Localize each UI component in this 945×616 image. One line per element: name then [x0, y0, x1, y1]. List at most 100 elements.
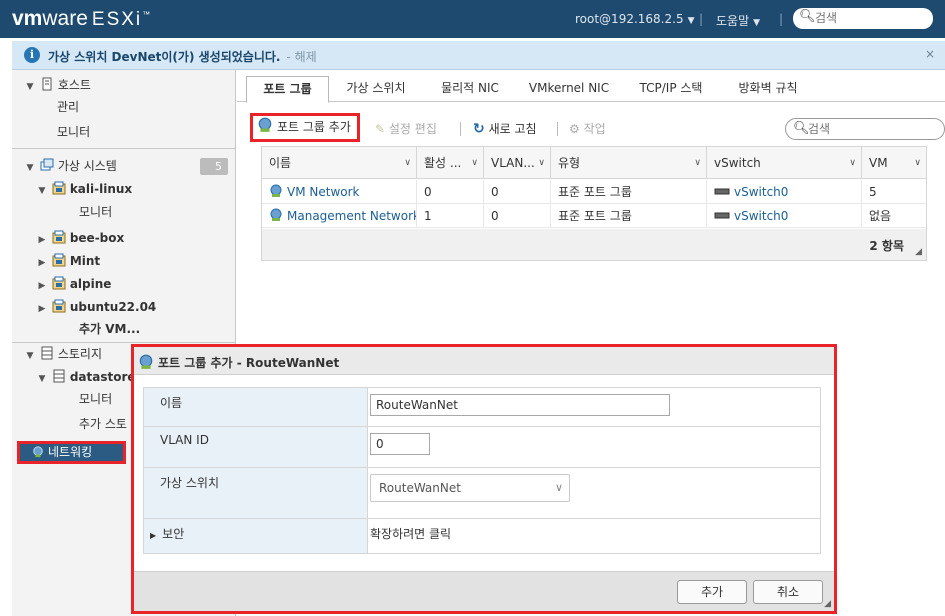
nav-more-vms[interactable]: 추가 VM... — [79, 319, 140, 339]
tab-virtual-switches[interactable]: 가상 스위치 — [333, 76, 419, 102]
security-expand-hint[interactable]: 확장하려면 클릭 — [370, 525, 451, 542]
grid-footer: 2 항목 ◢ — [262, 229, 926, 260]
dialog-form: 이름 VLAN ID 가상 스위치 RouteWanNet ∨ ▶보안 확장하려… — [143, 387, 821, 554]
grid-header: 이름 ∨ 활성 ... ∨ VLAN... ∨ 유형 ∨ vSwitch ∨ VM ∨ — [262, 147, 926, 179]
cell-active: 0 — [417, 180, 484, 204]
chevron-down-icon: ∨ — [554, 481, 563, 494]
nav-more-storage[interactable]: 추가 스토 — [79, 414, 127, 434]
expand-arrow-icon[interactable]: ▶ — [36, 299, 48, 319]
grid-search-input[interactable] — [808, 122, 938, 136]
table-row[interactable]: VM Network 0 0 표준 포트 그룹 vSwitch0 5 — [262, 180, 926, 204]
toolbar: 포트 그룹 추가 ✎ 설정 편집 ↻ 새로 고침 ⚙ 작업 🔍︎ — [250, 113, 945, 142]
vlan-id-input[interactable] — [370, 433, 430, 455]
chevron-down-icon: ∨ — [404, 158, 411, 168]
global-search[interactable]: 🔍︎ — [793, 8, 933, 29]
column-header-name[interactable]: 이름 ∨ — [262, 147, 417, 179]
nav-host-manage[interactable]: 관리 — [57, 97, 79, 117]
expand-arrow-icon[interactable]: ▼ — [24, 158, 36, 178]
tab-port-groups[interactable]: 포트 그룹 — [246, 76, 329, 103]
top-header: vmware ESXi™ root@192.168.2.5 ▼ | 도움말 ▼ | 🔍… — [0, 0, 945, 38]
storage-icon — [41, 346, 53, 360]
actions-button[interactable]: ⚙ 작업 — [569, 116, 606, 142]
nav-vm-kali-linux[interactable]: ▼ kali-linux — [36, 179, 132, 199]
expand-arrow-icon[interactable]: ▶ — [36, 253, 48, 273]
nav-datastore[interactable]: ▼ datastore — [36, 367, 136, 387]
column-header-type[interactable]: 유형 ∨ — [551, 147, 707, 179]
tab-vmkernel-nics[interactable]: VMkernel NIC — [520, 76, 618, 102]
chevron-down-icon: ▼ — [687, 16, 695, 26]
chevron-down-icon: ∨ — [914, 158, 921, 168]
expand-arrow-icon[interactable]: ▼ — [36, 369, 48, 389]
column-header-vm[interactable]: VM ∨ — [862, 147, 926, 179]
dialog-title: 포트 그룹 추가 - RouteWanNet — [158, 356, 340, 370]
virtual-switch-select[interactable]: RouteWanNet ∨ — [370, 474, 570, 502]
nav-host[interactable]: ▼ 호스트 — [24, 75, 91, 95]
vm-icon — [52, 181, 66, 195]
virtual-switch-label: 가상 스위치 — [144, 468, 368, 518]
cell-vswitch[interactable]: vSwitch0 — [707, 204, 862, 228]
global-search-input[interactable] — [815, 10, 925, 26]
nav-vm-alpine[interactable]: ▶ alpine — [36, 274, 111, 294]
help-menu[interactable]: 도움말 ▼ — [716, 12, 760, 29]
column-header-vlan[interactable]: VLAN... ∨ — [484, 147, 551, 179]
vm-icon — [52, 299, 66, 313]
tab-physical-nics[interactable]: 물리적 NIC — [425, 76, 515, 102]
tab-firewall-rules[interactable]: 방화벽 규칙 — [723, 76, 813, 102]
vm-icon — [52, 253, 66, 267]
tab-bar: 포트 그룹 가상 스위치 물리적 NIC VMkernel NIC TCP/IP… — [237, 70, 945, 103]
tab-tcpip-stacks[interactable]: TCP/IP 스택 — [625, 76, 717, 102]
cell-name[interactable]: VM Network — [262, 180, 417, 204]
column-header-vswitch[interactable]: vSwitch ∨ — [707, 147, 862, 179]
nav-vm-monitor[interactable]: 모니터 — [79, 202, 112, 222]
network-add-icon — [258, 117, 272, 132]
grid-search[interactable]: 🔍︎ — [785, 118, 945, 140]
dismiss-link[interactable]: - 해제 — [286, 50, 316, 64]
vm-count-badge: 5 — [200, 158, 228, 175]
nav-virtual-machines[interactable]: ▼ 가상 시스템 — [24, 156, 117, 176]
add-port-group-dialog: 포트 그룹 추가 - RouteWanNet 이름 VLAN ID 가상 스위치… — [131, 344, 837, 614]
edit-settings-button[interactable]: ✎ 설정 편집 — [375, 116, 437, 142]
add-button[interactable]: 추가 — [677, 580, 747, 604]
cell-vswitch[interactable]: vSwitch0 — [707, 180, 862, 204]
resize-grip-icon[interactable]: ◢ — [824, 599, 831, 609]
nav-vm-mint[interactable]: ▶ Mint — [36, 251, 100, 271]
expand-arrow-icon[interactable]: ▼ — [24, 77, 36, 97]
nav-datastore-monitor[interactable]: 모니터 — [79, 389, 112, 409]
table-row[interactable]: Management Network 1 0 표준 포트 그룹 vSwitch0… — [262, 204, 926, 228]
expand-arrow-icon[interactable]: ▶ — [36, 230, 48, 250]
vm-icon — [52, 230, 66, 244]
refresh-button[interactable]: ↻ 새로 고침 — [473, 116, 537, 142]
toolbar-divider — [460, 122, 461, 136]
dialog-title-bar[interactable]: 포트 그룹 추가 - RouteWanNet — [134, 347, 834, 375]
vmware-esxi-logo: vmware ESXi™ — [12, 7, 151, 30]
cell-type: 표준 포트 그룹 — [551, 180, 707, 204]
cancel-button[interactable]: 취소 — [753, 580, 823, 604]
user-menu[interactable]: root@192.168.2.5 ▼ — [575, 12, 695, 26]
column-header-active[interactable]: 활성 ... ∨ — [417, 147, 484, 179]
notification-message: 가상 스위치 DevNet이(가) 생성되었습니다. - 해제 — [48, 50, 317, 64]
nav-vm-ubuntu22[interactable]: ▶ ubuntu22.04 — [36, 297, 156, 317]
form-row-security[interactable]: ▶ 보안 확장하려면 클릭 — [144, 519, 820, 553]
add-port-group-button[interactable]: 포트 그룹 추가 — [250, 113, 360, 142]
nav-storage[interactable]: ▼ 스토리지 — [24, 344, 102, 364]
gear-icon: ⚙ — [569, 122, 580, 136]
cell-name[interactable]: Management Network — [262, 204, 417, 228]
port-group-name-input[interactable] — [370, 394, 670, 416]
nav-vm-bee-box[interactable]: ▶ bee-box — [36, 228, 124, 248]
nav-host-monitor[interactable]: 모니터 — [57, 122, 90, 142]
close-icon[interactable]: × — [925, 47, 935, 61]
vm-icon — [52, 276, 66, 290]
name-label: 이름 — [144, 388, 368, 426]
expand-arrow-icon[interactable]: ▼ — [36, 181, 48, 201]
chevron-down-icon: ∨ — [694, 158, 701, 168]
resize-grip-icon[interactable]: ◢ — [915, 247, 922, 257]
expand-arrow-icon[interactable]: ▼ — [24, 346, 36, 366]
vswitch-icon — [714, 188, 730, 195]
header-divider: | — [779, 12, 784, 26]
datastore-icon — [53, 369, 65, 383]
security-label[interactable]: ▶ 보안 — [144, 519, 368, 553]
cell-vm: 5 — [869, 185, 877, 199]
cell-vlan: 0 — [484, 204, 551, 228]
expand-arrow-icon[interactable]: ▶ — [36, 276, 48, 296]
nav-networking[interactable]: 네트워킹 — [17, 441, 126, 464]
